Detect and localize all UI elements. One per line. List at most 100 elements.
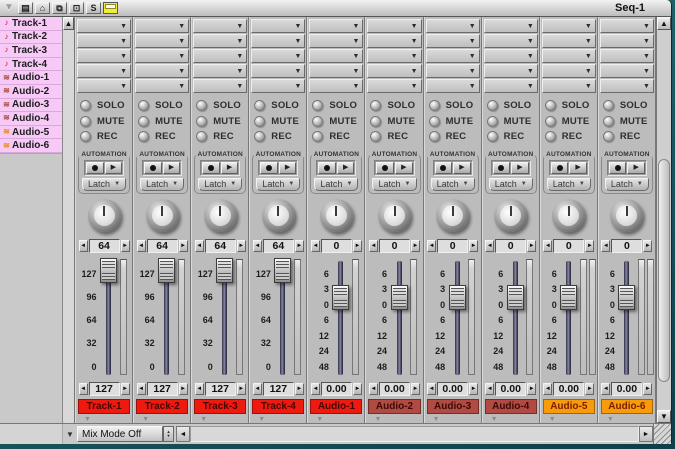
insert-slot-dropdown[interactable]: ▼	[193, 49, 247, 63]
chevron-down-icon[interactable]: ▼	[142, 416, 190, 423]
solo-button[interactable]	[312, 100, 323, 111]
pan-increment-button[interactable]: ►	[295, 240, 304, 252]
pan-value[interactable]: 0	[379, 239, 410, 253]
pan-decrement-button[interactable]: ◄	[601, 240, 610, 252]
automation-record-button[interactable]	[202, 162, 220, 174]
scroll-up-button[interactable]: ▲	[657, 17, 671, 30]
track-name-label[interactable]: Audio-1	[310, 399, 362, 414]
insert-slot-dropdown[interactable]: ▼	[135, 19, 189, 33]
tracklist-item-audio-6[interactable]: ≋Audio-6	[0, 139, 62, 153]
fader-cap[interactable]	[391, 285, 408, 310]
volume-increment-button[interactable]: ►	[237, 383, 246, 395]
pan-value[interactable]: 64	[89, 239, 120, 253]
automation-record-button[interactable]	[144, 162, 162, 174]
automation-mode-dropdown[interactable]: Latch ▼	[489, 178, 533, 191]
insert-slot-dropdown[interactable]: ▼	[77, 49, 131, 63]
tracklist-item-track-4[interactable]: ♪Track-4	[0, 58, 62, 72]
automation-mode-dropdown[interactable]: Latch ▼	[256, 178, 300, 191]
track-name-label[interactable]: Audio-2	[368, 399, 420, 414]
tracklist-scrollbar-track[interactable]	[63, 30, 74, 423]
insert-slot-dropdown[interactable]: ▼	[367, 79, 421, 93]
insert-slot-dropdown[interactable]: ▼	[426, 34, 480, 48]
mute-button[interactable]	[80, 116, 91, 127]
insert-slot-dropdown[interactable]: ▼	[77, 19, 131, 33]
automation-record-button[interactable]	[86, 162, 104, 174]
insert-slot-dropdown[interactable]: ▼	[367, 34, 421, 48]
pan-decrement-button[interactable]: ◄	[79, 240, 88, 252]
track-name-label[interactable]: Audio-5	[543, 399, 595, 414]
chevron-down-icon[interactable]: ▼	[200, 416, 248, 423]
pan-knob[interactable]	[436, 199, 469, 232]
solo-button[interactable]	[545, 100, 556, 111]
volume-decrement-button[interactable]: ◄	[485, 383, 494, 395]
volume-increment-button[interactable]: ►	[643, 383, 652, 395]
pan-knob[interactable]	[378, 199, 411, 232]
track-name-label[interactable]: Track-3	[194, 399, 246, 414]
pan-value[interactable]: 64	[205, 239, 236, 253]
insert-slot-dropdown[interactable]: ▼	[426, 49, 480, 63]
link-icon[interactable]: ▤	[18, 2, 33, 14]
volume-decrement-button[interactable]: ◄	[427, 383, 436, 395]
volume-decrement-button[interactable]: ◄	[137, 383, 146, 395]
rec-button[interactable]	[80, 131, 91, 142]
insert-slot-dropdown[interactable]: ▼	[600, 79, 654, 93]
chevron-down-icon[interactable]: ▼	[374, 416, 422, 423]
pan-knob[interactable]	[320, 199, 353, 232]
fader-cap[interactable]	[449, 285, 466, 310]
volume-decrement-button[interactable]: ◄	[311, 383, 320, 395]
horizontal-scrollbar-track[interactable]	[190, 426, 639, 442]
insert-slot-dropdown[interactable]: ▼	[542, 79, 596, 93]
title-bar[interactable]: ▼▤⌂⧉⊡S Seq-1	[0, 0, 671, 17]
mute-button[interactable]	[370, 116, 381, 127]
pan-knob[interactable]	[204, 199, 237, 232]
pan-decrement-button[interactable]: ◄	[427, 240, 436, 252]
fader-cap[interactable]	[100, 258, 117, 283]
insert-slot-dropdown[interactable]: ▼	[309, 34, 363, 48]
volume-fader[interactable]	[273, 257, 293, 379]
solo-button[interactable]	[370, 100, 381, 111]
rec-button[interactable]	[603, 131, 614, 142]
mute-button[interactable]	[138, 116, 149, 127]
insert-slot-dropdown[interactable]: ▼	[484, 79, 538, 93]
rec-button[interactable]	[254, 131, 265, 142]
vertical-scrollbar-track[interactable]	[657, 30, 671, 410]
fader-cap[interactable]	[507, 285, 524, 310]
chevron-down-icon[interactable]: ▼	[607, 416, 655, 423]
tracklist-item-track-2[interactable]: ♪Track-2	[0, 31, 62, 45]
scroll-right-button[interactable]: ►	[639, 426, 653, 442]
insert-slot-dropdown[interactable]: ▼	[135, 64, 189, 78]
catch-icon[interactable]: ⌂	[35, 2, 50, 14]
solo-button[interactable]	[603, 100, 614, 111]
solo-button[interactable]	[429, 100, 440, 111]
volume-fader[interactable]	[99, 257, 119, 379]
insert-slot-dropdown[interactable]: ▼	[484, 64, 538, 78]
tracklist-scroll-down-button[interactable]: ▼	[63, 424, 77, 444]
automation-play-button[interactable]: ▶	[163, 162, 181, 174]
solo-mode-icon[interactable]: S	[86, 2, 101, 14]
chevron-down-icon[interactable]: ▼	[258, 416, 306, 423]
rec-button[interactable]	[429, 131, 440, 142]
insert-slot-dropdown[interactable]: ▼	[193, 19, 247, 33]
pan-decrement-button[interactable]: ◄	[485, 240, 494, 252]
pan-increment-button[interactable]: ►	[527, 240, 536, 252]
insert-slot-dropdown[interactable]: ▼	[426, 79, 480, 93]
pan-decrement-button[interactable]: ◄	[543, 240, 552, 252]
pan-value[interactable]: 0	[553, 239, 584, 253]
fader-cap[interactable]	[560, 285, 577, 310]
insert-slot-dropdown[interactable]: ▼	[542, 34, 596, 48]
pan-knob[interactable]	[146, 199, 179, 232]
track-name-label[interactable]: Audio-6	[601, 399, 653, 414]
insert-slot-dropdown[interactable]: ▼	[484, 49, 538, 63]
pan-knob[interactable]	[494, 199, 527, 232]
track-name-label[interactable]: Audio-3	[427, 399, 479, 414]
insert-slot-dropdown[interactable]: ▼	[309, 64, 363, 78]
mute-button[interactable]	[312, 116, 323, 127]
mute-button[interactable]	[487, 116, 498, 127]
insert-slot-dropdown[interactable]: ▼	[135, 79, 189, 93]
automation-mode-dropdown[interactable]: Latch ▼	[82, 178, 126, 191]
pan-increment-button[interactable]: ►	[237, 240, 246, 252]
solo-button[interactable]	[254, 100, 265, 111]
tracklist-item-audio-1[interactable]: ≋Audio-1	[0, 71, 62, 85]
insert-slot-dropdown[interactable]: ▼	[251, 49, 305, 63]
chevron-down-icon[interactable]: ▼	[316, 416, 364, 423]
